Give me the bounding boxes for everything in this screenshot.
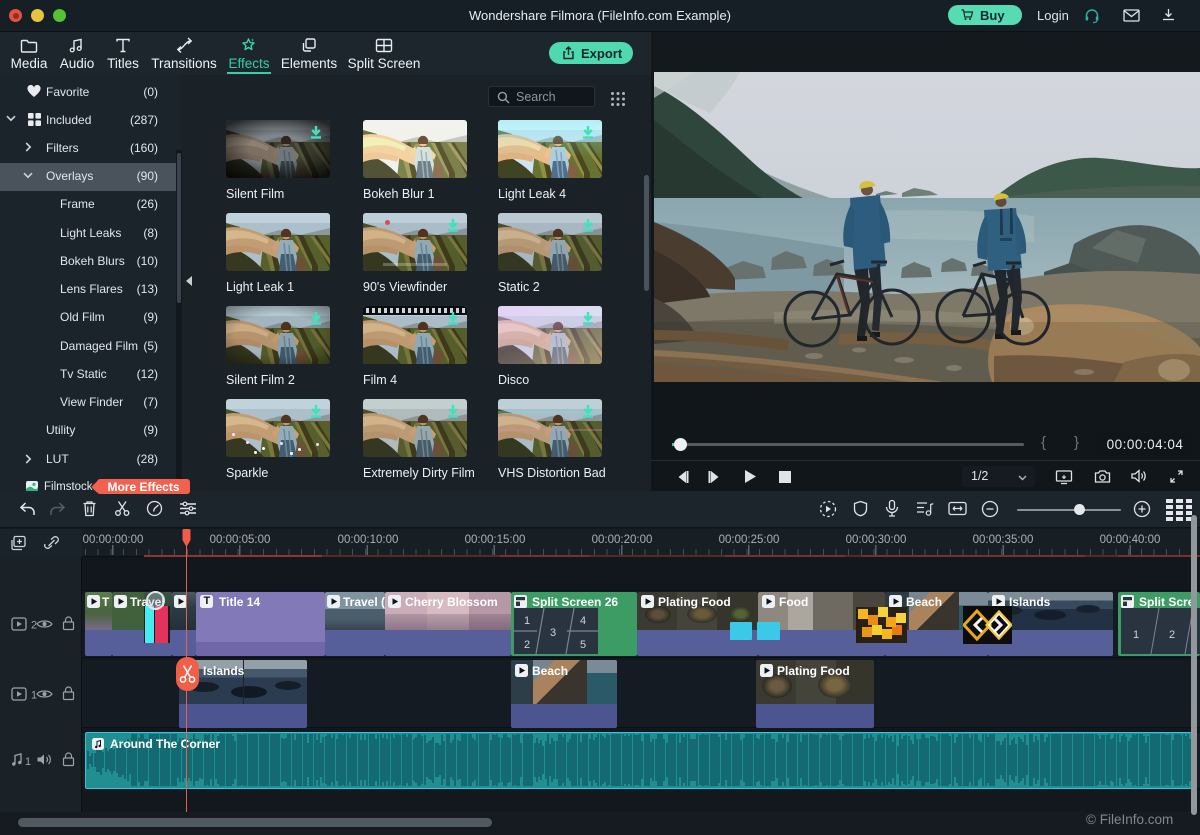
svg-text:2: 2 — [524, 639, 530, 651]
svg-text:5: 5 — [580, 639, 586, 651]
svg-text:1: 1 — [524, 615, 530, 627]
svg-text:1: 1 — [1133, 629, 1139, 641]
svg-text:3: 3 — [550, 627, 556, 639]
svg-text:1: 1 — [25, 756, 31, 767]
svg-text:2: 2 — [1169, 629, 1175, 641]
svg-text:4: 4 — [580, 615, 586, 627]
